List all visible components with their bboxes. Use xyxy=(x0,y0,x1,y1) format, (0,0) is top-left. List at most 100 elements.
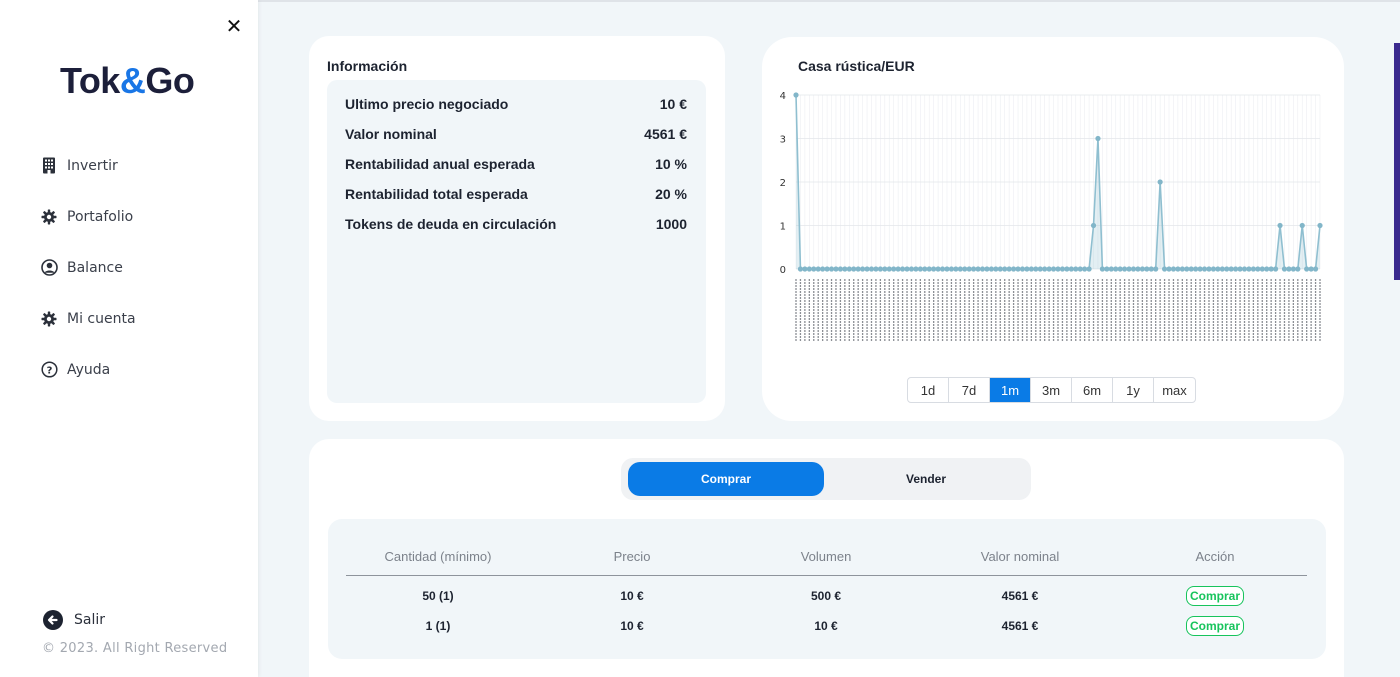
data-point xyxy=(837,266,844,272)
data-point xyxy=(1157,179,1163,185)
sidebar-item-balance[interactable]: Balance xyxy=(40,242,136,293)
logout-label: Salir xyxy=(74,612,106,628)
sidebar-item-portafolio[interactable]: Portafolio xyxy=(40,191,136,242)
scrollbar-thumb[interactable] xyxy=(1394,43,1400,280)
cell-cantidad: 1 (1) xyxy=(425,619,451,633)
data-point xyxy=(797,266,804,272)
data-point xyxy=(806,266,812,272)
data-point xyxy=(1255,266,1261,272)
sidebar-nav: Invertir Portafolio Balance Mi cuenta ? … xyxy=(40,140,136,395)
info-row-tokens: Tokens de deuda en circulación 1000 xyxy=(345,216,687,232)
cell-cantidad: 50 (1) xyxy=(422,589,454,603)
orders-table: Cantidad (mínimo) Precio Volumen Valor n… xyxy=(328,519,1326,659)
column-header-accion: Acción xyxy=(1195,549,1235,564)
range-1m-button[interactable]: 1m xyxy=(990,378,1031,402)
data-point xyxy=(1122,266,1128,272)
info-label: Ultimo precio negociado xyxy=(345,96,509,112)
data-point xyxy=(926,266,932,272)
data-point xyxy=(1055,266,1061,272)
cell-precio: 10 € xyxy=(620,589,644,603)
svg-text:?: ? xyxy=(46,365,52,376)
data-point xyxy=(1077,266,1083,272)
data-point xyxy=(1073,266,1079,272)
data-point xyxy=(1304,266,1310,272)
range-max-button[interactable]: max xyxy=(1154,378,1195,402)
data-point xyxy=(1090,222,1097,229)
info-value: 4561 € xyxy=(644,126,687,142)
data-point xyxy=(975,266,981,272)
data-point xyxy=(1250,266,1256,272)
data-point xyxy=(868,266,875,272)
info-value: 20 % xyxy=(655,186,687,202)
data-point xyxy=(855,266,861,272)
data-point xyxy=(895,266,901,272)
data-point xyxy=(793,92,799,98)
data-point xyxy=(1184,266,1190,272)
data-point xyxy=(1095,135,1101,142)
range-1d-button[interactable]: 1d xyxy=(908,378,949,402)
sidebar-item-ayuda[interactable]: ? Ayuda xyxy=(40,344,136,395)
data-point xyxy=(824,266,830,272)
row-buy-button[interactable]: Comprar xyxy=(1185,586,1245,606)
sell-tab[interactable]: Vender xyxy=(828,462,1024,496)
data-point xyxy=(802,266,808,272)
data-point xyxy=(1068,266,1074,272)
data-point xyxy=(820,266,826,272)
data-point xyxy=(908,266,915,272)
data-point xyxy=(1219,266,1225,272)
data-point xyxy=(1295,266,1301,272)
data-point xyxy=(1086,266,1092,272)
data-point xyxy=(1224,266,1230,272)
range-7d-button[interactable]: 7d xyxy=(949,378,990,402)
data-point xyxy=(1059,266,1066,272)
header-divider xyxy=(346,575,1307,576)
data-point xyxy=(1104,266,1110,272)
buy-tab[interactable]: Comprar xyxy=(628,462,824,496)
data-point xyxy=(939,266,946,272)
data-point xyxy=(1161,266,1168,272)
data-point xyxy=(1264,266,1270,272)
sidebar-item-label: Balance xyxy=(67,259,123,276)
data-point xyxy=(1015,266,1021,272)
data-point xyxy=(860,266,866,272)
data-point xyxy=(811,266,817,272)
data-point xyxy=(944,266,950,272)
y-tick-label: 4 xyxy=(780,91,786,102)
data-point xyxy=(1268,266,1274,272)
info-value: 10 % xyxy=(655,156,687,172)
data-point xyxy=(877,266,883,272)
data-point xyxy=(1286,266,1292,272)
data-point xyxy=(1006,266,1012,272)
gear-icon xyxy=(40,208,58,226)
data-point xyxy=(1064,266,1070,272)
column-header-volumen: Volumen xyxy=(800,549,852,564)
help-circle-icon: ? xyxy=(40,361,58,379)
data-point xyxy=(1215,266,1221,272)
range-6m-button[interactable]: 6m xyxy=(1072,378,1113,402)
info-row-nominal: Valor nominal 4561 € xyxy=(345,126,687,142)
data-point xyxy=(1179,266,1185,272)
data-point xyxy=(891,266,897,272)
data-point xyxy=(997,266,1003,272)
data-point xyxy=(917,266,923,272)
cell-valor: 4561 € xyxy=(1001,619,1039,633)
data-point xyxy=(1002,266,1008,272)
logo[interactable]: Tok&Go xyxy=(60,60,195,102)
info-value: 10 € xyxy=(659,96,687,112)
data-point xyxy=(922,266,928,272)
sidebar-item-mi-cuenta[interactable]: Mi cuenta xyxy=(40,293,136,344)
close-icon[interactable]: ✕ xyxy=(224,16,244,36)
data-point xyxy=(948,266,955,272)
logo-text-go: Go xyxy=(145,60,195,101)
logout-button[interactable]: Salir xyxy=(42,609,105,631)
range-1y-button[interactable]: 1y xyxy=(1113,378,1154,402)
data-point xyxy=(971,266,977,272)
range-3m-button[interactable]: 3m xyxy=(1031,378,1072,402)
row-buy-button[interactable]: Comprar xyxy=(1185,616,1245,636)
data-point xyxy=(864,266,870,272)
sidebar-item-label: Invertir xyxy=(67,157,118,174)
sidebar-item-invertir[interactable]: Invertir xyxy=(40,140,136,191)
data-point xyxy=(957,266,963,272)
data-point xyxy=(1237,266,1243,272)
price-chart: 0 1 2 3 4 xyxy=(780,91,1323,341)
